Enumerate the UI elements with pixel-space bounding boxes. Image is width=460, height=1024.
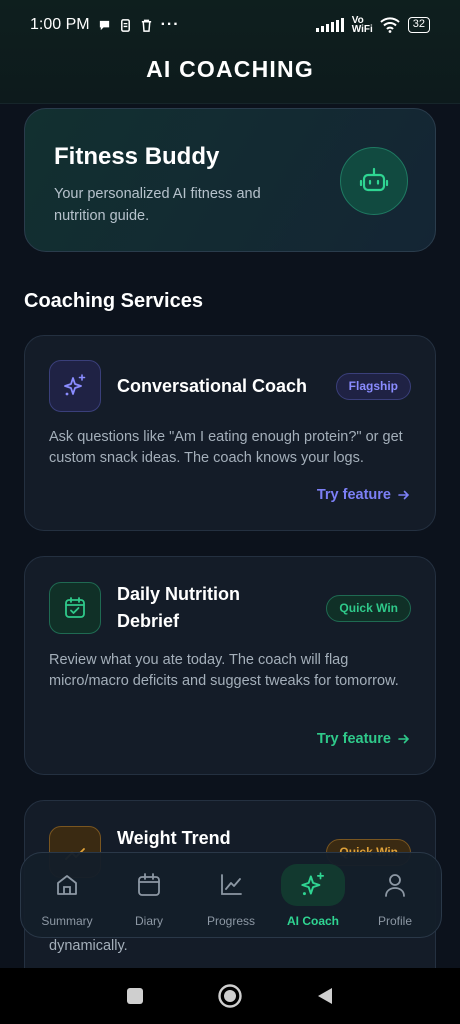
system-navigation-bar [0, 968, 460, 1024]
service-description: Ask questions like "Am I eating enough p… [49, 429, 403, 466]
nav-label: Summary [41, 914, 93, 928]
top-bar: 1:00 PM ··· Vo WiFi 32 AI COACHING [0, 0, 460, 104]
quick-win-badge: Quick Win [326, 595, 411, 622]
try-feature-label: Try feature [316, 731, 391, 747]
try-feature-link[interactable]: Try feature [317, 731, 411, 747]
calendar-icon [117, 864, 181, 906]
chat-notification-icon [99, 20, 109, 30]
status-left: 1:00 PM ··· [30, 16, 180, 34]
battery-icon: 32 [407, 17, 430, 33]
status-time: 1:00 PM [30, 16, 90, 33]
network-label: Vo WiFi [351, 15, 373, 35]
hero-title: Fitness Buddy [54, 143, 220, 170]
service-card-daily-nutrition-debrief[interactable]: Daily Nutrition Debrief Quick Win Review… [24, 556, 436, 775]
signal-icon [315, 18, 344, 32]
bottom-navigation: Summary Diary Progress AI Coach Profile [20, 852, 442, 938]
fitness-buddy-card: Fitness Buddy Your personalized AI fitne… [24, 108, 436, 252]
ai-coaching-screen: 1:00 PM ··· Vo WiFi 32 AI COACHING Fitne… [0, 0, 460, 1024]
sparkles-icon [49, 360, 101, 412]
service-title: Daily Nutrition Debrief [117, 584, 241, 631]
flagship-badge: Flagship [335, 373, 411, 400]
service-title: Weight Trend [117, 828, 231, 848]
try-feature-label: Try feature [316, 487, 391, 503]
hero-subtitle: Your personalized AI fitness and nutriti… [54, 186, 261, 224]
service-card-conversational-coach[interactable]: Conversational Coach Flagship Ask questi… [24, 335, 436, 531]
calendar-check-icon [49, 582, 101, 634]
recents-button-icon[interactable] [125, 986, 145, 1006]
nav-label: Profile [377, 914, 412, 928]
home-button-icon[interactable] [217, 983, 243, 1009]
robot-icon [340, 147, 408, 215]
nav-progress[interactable]: Progress [193, 858, 269, 932]
nav-diary[interactable]: Diary [111, 858, 187, 932]
sync-notification-icon [120, 18, 130, 32]
back-button-icon[interactable] [315, 986, 335, 1006]
nav-label: Progress [206, 914, 256, 928]
nav-label: Diary [134, 914, 163, 928]
nav-label: AI Coach [286, 914, 339, 928]
wifi-icon [380, 17, 400, 33]
user-icon [363, 864, 427, 906]
nav-profile[interactable]: Profile [357, 858, 433, 932]
nav-ai-coach[interactable]: AI Coach [275, 858, 351, 932]
page-title: AI COACHING [146, 56, 314, 82]
home-icon [35, 864, 99, 906]
service-description: Review what you ate today. The coach wil… [49, 652, 399, 689]
trash-notification-icon [141, 19, 151, 32]
nav-summary[interactable]: Summary [29, 858, 105, 932]
arrow-right-icon [398, 734, 410, 744]
status-right: Vo WiFi 32 [315, 15, 430, 35]
service-description-tail: dynamically. [49, 938, 128, 954]
service-title: Conversational Coach [117, 376, 308, 396]
status-bar: 1:00 PM ··· Vo WiFi 32 [0, 0, 460, 50]
section-title: Coaching Services [24, 290, 203, 312]
arrow-right-icon [398, 490, 410, 500]
more-notifications: ··· [160, 16, 180, 33]
sparkles-icon [281, 864, 345, 906]
chart-icon [199, 864, 263, 906]
try-feature-link[interactable]: Try feature [317, 487, 411, 503]
